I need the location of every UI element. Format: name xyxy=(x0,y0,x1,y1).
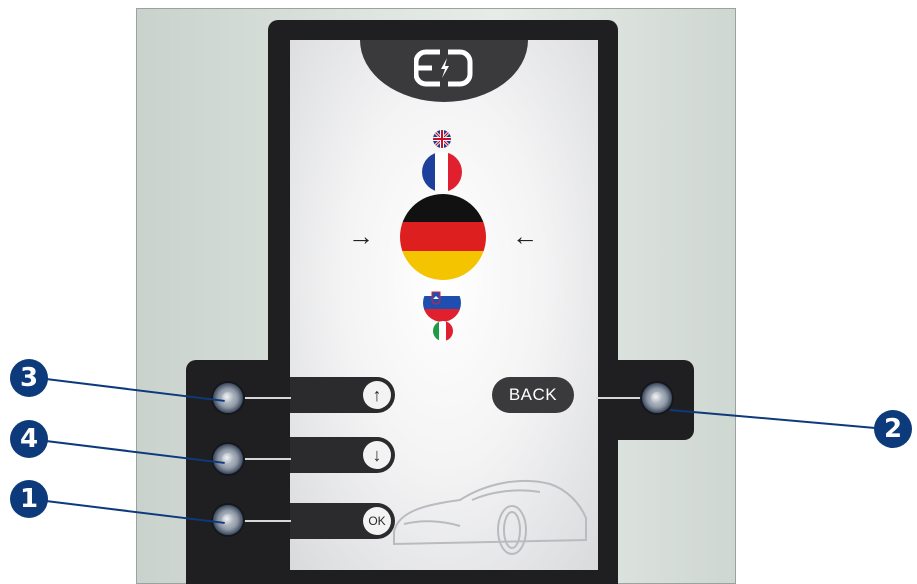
logo-tab xyxy=(360,40,528,102)
selector-arrow-right-icon: ← xyxy=(512,221,538,251)
up-connector-line xyxy=(243,397,291,399)
uk-flag-icon[interactable] xyxy=(433,130,451,148)
callout-3-badge: 3 xyxy=(10,359,48,397)
ok-label: OK xyxy=(363,507,391,535)
hardware-back-button[interactable] xyxy=(642,383,672,413)
germany-flag-icon[interactable] xyxy=(400,194,486,280)
selector-arrow-left-icon: → xyxy=(348,221,374,251)
ed-logo-icon xyxy=(414,48,474,88)
up-arrow-icon: ↑ xyxy=(363,381,391,409)
callout-4-badge: 4 xyxy=(10,420,48,458)
callout-1-badge: 1 xyxy=(10,480,48,518)
hardware-up-button[interactable] xyxy=(213,383,243,413)
car-outline-icon xyxy=(393,479,587,555)
italy-flag-icon[interactable] xyxy=(433,321,453,341)
hardware-ok-button[interactable] xyxy=(213,505,243,535)
hardware-down-button[interactable] xyxy=(213,444,243,474)
back-connector-line xyxy=(596,397,642,399)
down-button[interactable]: ↓ xyxy=(290,437,395,473)
back-button[interactable]: BACK xyxy=(492,377,574,413)
france-flag-icon[interactable] xyxy=(422,152,462,192)
display-screen: → ← ↑ ↓ OK BACK xyxy=(290,40,598,570)
up-button[interactable]: ↑ xyxy=(290,377,395,413)
callout-2-badge: 2 xyxy=(874,410,912,448)
ok-connector-line xyxy=(243,520,291,522)
slovenia-flag-icon[interactable] xyxy=(423,284,461,322)
down-arrow-icon: ↓ xyxy=(363,441,391,469)
down-connector-line xyxy=(243,458,291,460)
ok-button[interactable]: OK xyxy=(290,503,395,539)
